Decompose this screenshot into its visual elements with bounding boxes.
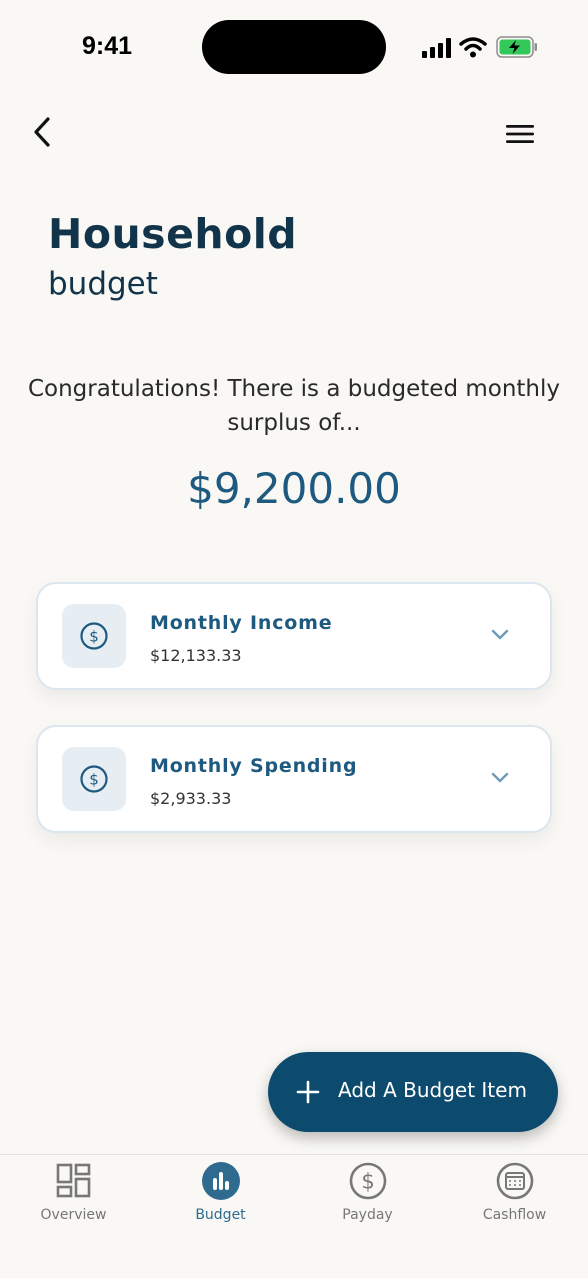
surplus-amount: $9,200.00: [187, 464, 401, 513]
nav-label: Cashflow: [482, 1207, 547, 1223]
nav-item-cashflow[interactable]: Cashflow: [441, 1155, 588, 1245]
wifi-icon: [459, 37, 487, 58]
card-value: $12,133.33: [150, 646, 242, 665]
page-subtitle: budget: [48, 266, 158, 302]
monthly-spending-card[interactable]: $ Monthly Spending $2,933.33: [36, 725, 552, 833]
svg-text:$: $: [89, 628, 99, 646]
page-title: Household: [48, 210, 298, 258]
bottom-nav: Overview Budget $ Payday Cashflow: [0, 1154, 588, 1278]
calendar-icon: [496, 1162, 534, 1200]
monthly-income-card[interactable]: $ Monthly Income $12,133.33: [36, 582, 552, 690]
dollar-circle-icon: $: [349, 1162, 387, 1200]
dynamic-island: [202, 20, 386, 74]
nav-label: Budget: [195, 1207, 246, 1223]
surplus-message: Congratulations! There is a budgeted mon…: [27, 376, 561, 436]
nav-label: Overview: [40, 1207, 107, 1223]
dollar-circle-icon: $: [80, 765, 108, 793]
hamburger-menu-icon: [506, 125, 534, 143]
chevron-down-icon[interactable]: [490, 628, 510, 642]
nav-item-payday[interactable]: $ Payday: [294, 1155, 441, 1245]
menu-button[interactable]: [500, 118, 540, 150]
signal-icon: [422, 38, 451, 58]
dollar-circle-icon: $: [80, 622, 108, 650]
chevron-down-icon[interactable]: [490, 771, 510, 785]
svg-text:$: $: [89, 771, 99, 789]
bar-chart-icon: [202, 1162, 240, 1200]
card-title: Monthly Spending: [150, 755, 358, 777]
battery-charging-icon: [496, 36, 537, 58]
plus-icon: [296, 1080, 320, 1104]
grid-icon: [56, 1163, 91, 1198]
nav-item-overview[interactable]: Overview: [0, 1155, 147, 1245]
status-time: 9:41: [82, 32, 133, 60]
nav-label: Payday: [342, 1207, 393, 1223]
chevron-left-icon: [34, 117, 50, 147]
add-button-label: Add A Budget Item: [338, 1078, 527, 1102]
card-icon-box: $: [62, 747, 126, 811]
svg-text:$: $: [361, 1170, 374, 1194]
back-button[interactable]: [26, 112, 62, 152]
add-budget-item-button[interactable]: Add A Budget Item: [268, 1052, 558, 1132]
card-icon-box: $: [62, 604, 126, 668]
card-title: Monthly Income: [150, 612, 333, 634]
card-value: $2,933.33: [150, 789, 232, 808]
nav-item-budget[interactable]: Budget: [147, 1155, 294, 1245]
status-bar: 9:41: [0, 0, 588, 90]
